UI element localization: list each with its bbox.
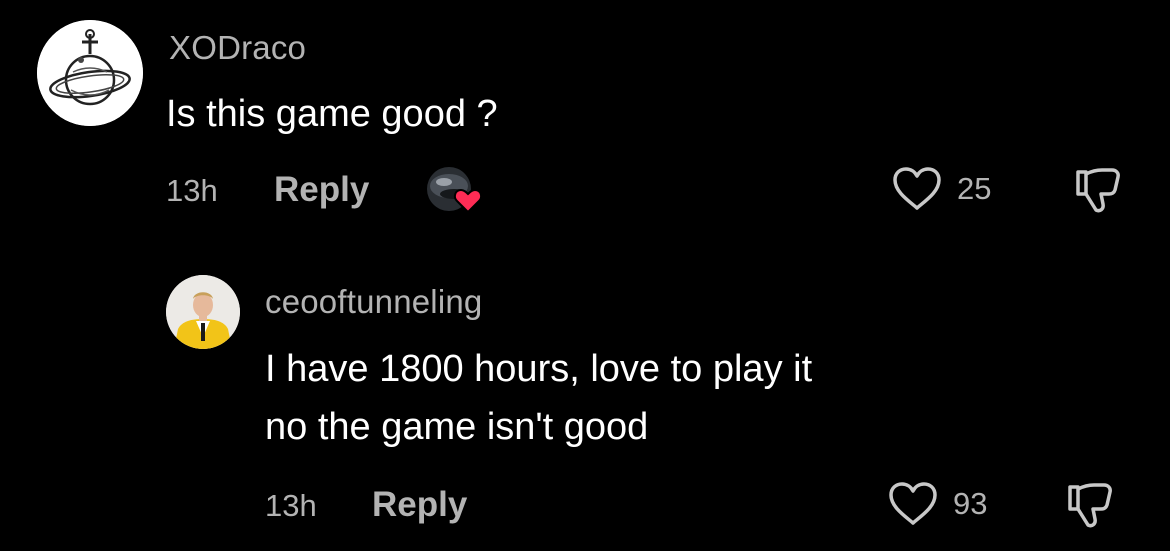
- comment-text-line-1: I have 1800 hours, love to play it: [265, 348, 813, 390]
- comment-timestamp: 13h: [166, 173, 218, 208]
- like-count: 25: [957, 171, 992, 206]
- like-count: 93: [953, 486, 988, 521]
- like-button[interactable]: 93: [887, 481, 987, 527]
- creator-liked-badge: [424, 164, 486, 218]
- avatar[interactable]: [37, 20, 143, 126]
- thumbs-down-icon: [1068, 483, 1112, 528]
- comment-username[interactable]: XODraco: [169, 29, 306, 67]
- thumbs-down-icon: [1076, 168, 1120, 213]
- dislike-button[interactable]: [1064, 481, 1118, 534]
- like-button[interactable]: 25: [891, 166, 991, 212]
- creator-avatar-heart-icon: [427, 167, 483, 214]
- heart-outline-icon: [893, 167, 941, 210]
- profile-photo-icon: [166, 275, 240, 349]
- dislike-button[interactable]: [1072, 166, 1126, 219]
- orb-logo-icon: [37, 20, 143, 126]
- comment-username[interactable]: ceooftunneling: [265, 283, 482, 321]
- reply-button[interactable]: Reply: [372, 485, 467, 525]
- avatar[interactable]: [166, 275, 240, 349]
- comment-timestamp: 13h: [265, 488, 317, 523]
- comment-text: Is this game good ?: [166, 93, 498, 135]
- comment-text-line-2: no the game isn't good: [265, 406, 649, 448]
- reply-button[interactable]: Reply: [274, 170, 369, 210]
- heart-outline-icon: [889, 482, 937, 525]
